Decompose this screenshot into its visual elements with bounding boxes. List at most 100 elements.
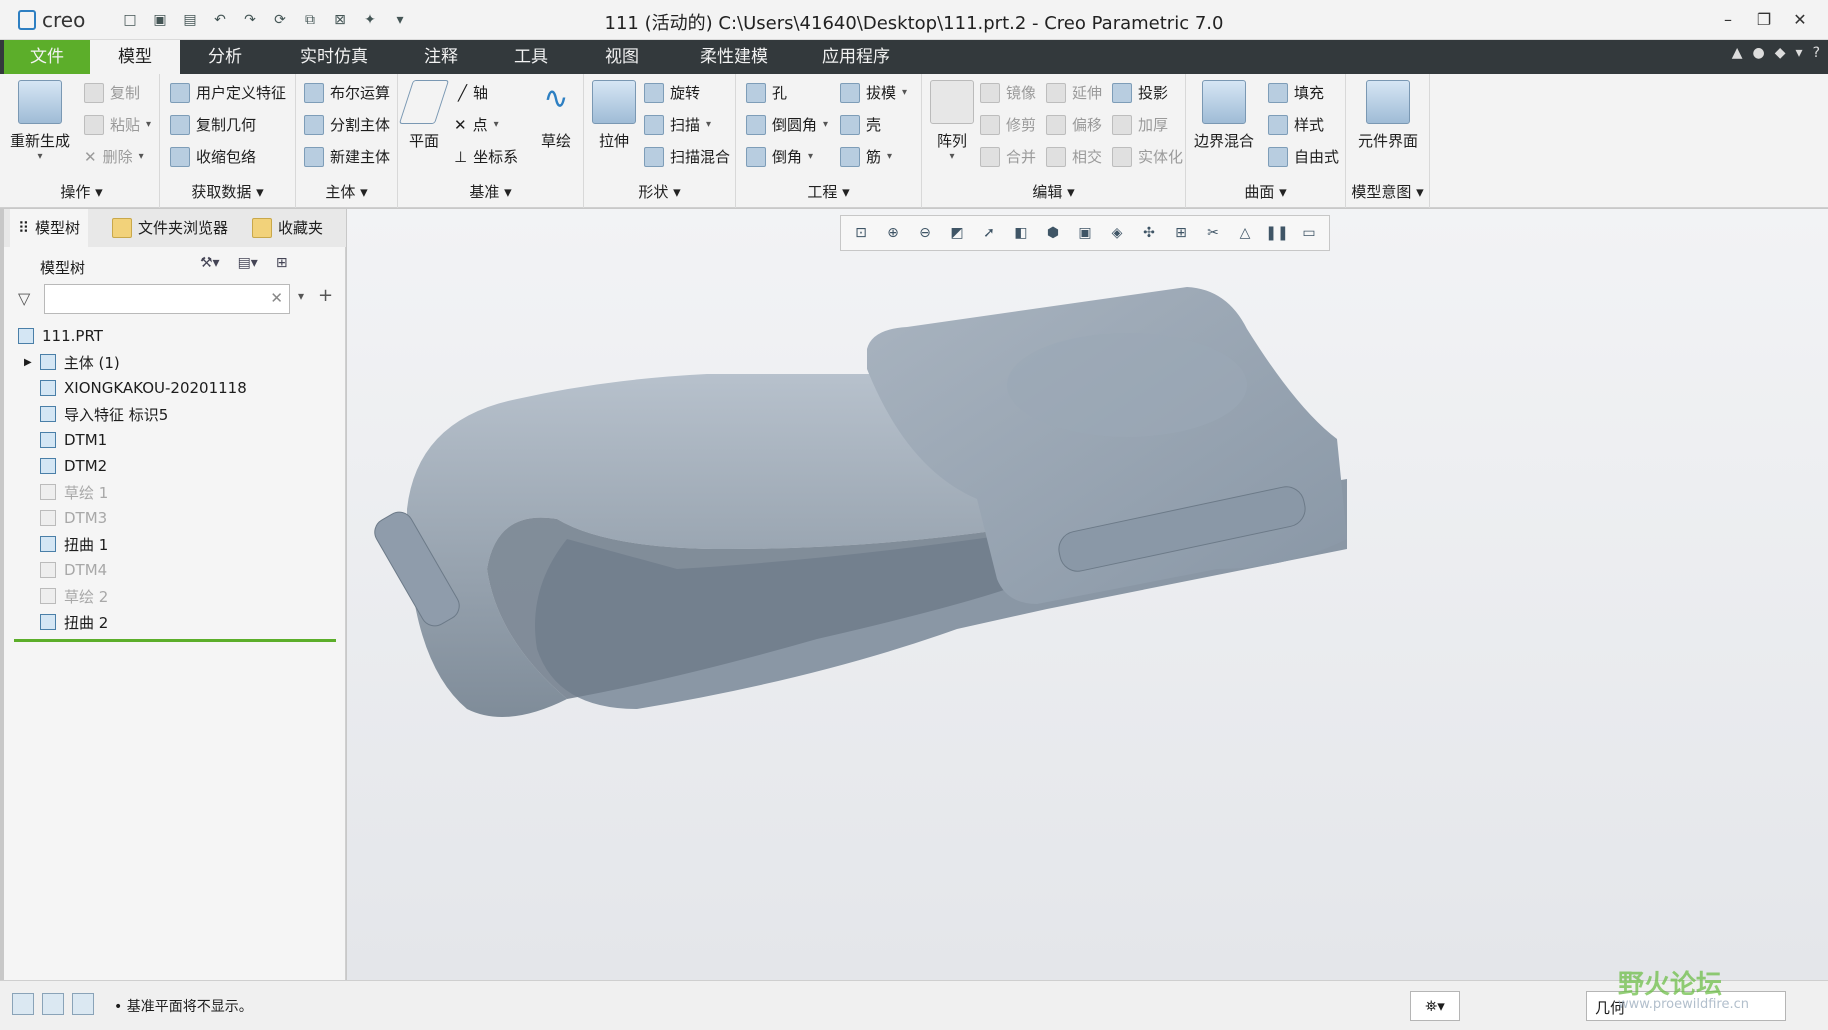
tree-node[interactable]: 扭曲 1 xyxy=(18,531,338,557)
regenerate-button[interactable]: 重新生成 ▾ xyxy=(10,80,70,162)
navigator-toggle-icon[interactable] xyxy=(12,993,34,1015)
fill-button[interactable]: 填充 xyxy=(1268,82,1324,103)
tree-search-input[interactable]: ✕ xyxy=(44,284,290,314)
trim-button[interactable]: 修剪 xyxy=(980,114,1036,135)
intersect-button[interactable]: 相交 xyxy=(1046,146,1102,167)
group-label-engineering[interactable]: 工程 ▾ xyxy=(736,181,921,202)
graphics-viewport[interactable]: ⊡ ⊕ ⊖ ◩ ➚ ◧ ⬢ ▣ ◈ ✣ ⊞ ✂ △ ❚❚ ▭ xyxy=(347,209,1828,980)
group-label-datum[interactable]: 基准 ▾ xyxy=(398,181,583,202)
learning-icon[interactable]: ◆ xyxy=(1775,45,1786,61)
tree-filter-icon[interactable]: ⊞ xyxy=(276,255,288,271)
extend-button[interactable]: 延伸 xyxy=(1046,82,1102,103)
tree-node[interactable]: DTM2 xyxy=(18,453,338,479)
group-label-model-intent[interactable]: 模型意图 ▾ xyxy=(1346,181,1429,202)
collapse-ribbon-icon[interactable]: ▲ xyxy=(1732,45,1743,61)
group-label-edit[interactable]: 编辑 ▾ xyxy=(922,181,1185,202)
search-icon[interactable]: ● xyxy=(1753,45,1765,61)
draft-button[interactable]: 拔模 ▾ xyxy=(840,82,907,103)
tree-node[interactable]: 扭曲 2 xyxy=(18,609,338,635)
shrinkwrap-button[interactable]: 收缩包络 xyxy=(170,146,256,167)
browser-toggle-icon[interactable] xyxy=(42,993,64,1015)
clear-icon[interactable]: ✕ xyxy=(270,289,283,307)
copy-button[interactable]: 复制 xyxy=(84,82,140,103)
swept-blend-button[interactable]: 扫描混合 xyxy=(644,146,730,167)
add-icon[interactable]: + xyxy=(318,285,333,306)
tree-node[interactable]: DTM1 xyxy=(18,427,338,453)
tree-node[interactable]: DTM4 xyxy=(18,557,338,583)
paste-button[interactable]: 粘贴 ▾ xyxy=(84,114,151,135)
minimize-button[interactable]: – xyxy=(1710,4,1746,36)
merge-button[interactable]: 合并 xyxy=(980,146,1036,167)
project-button[interactable]: 投影 xyxy=(1112,82,1168,103)
tab-folder-browser[interactable]: 文件夹浏览器 xyxy=(104,209,236,247)
fullscreen-icon[interactable] xyxy=(72,993,94,1015)
round-button[interactable]: 倒圆角 ▾ xyxy=(746,114,828,135)
tree-node[interactable]: XIONGKAKOU-20201118 xyxy=(18,375,338,401)
tab-tools[interactable]: 工具 xyxy=(486,40,576,74)
expand-icon[interactable]: ▶ xyxy=(24,357,32,368)
thicken-button[interactable]: 加厚 xyxy=(1112,114,1168,135)
tab-applications[interactable]: 应用程序 xyxy=(804,40,908,74)
point-button[interactable]: ✕ 点 ▾ xyxy=(454,114,499,135)
maximize-button[interactable]: ❐ xyxy=(1746,4,1782,36)
sketch-button[interactable]: ∿ 草绘 xyxy=(534,80,578,151)
group-label-get-data[interactable]: 获取数据 ▾ xyxy=(160,181,295,202)
tree-node[interactable]: 草绘 2 xyxy=(18,583,338,609)
close-button[interactable]: ✕ xyxy=(1782,4,1818,36)
pattern-button[interactable]: 阵列 ▾ xyxy=(930,80,974,162)
tab-model[interactable]: 模型 xyxy=(90,40,180,74)
new-file-icon[interactable]: □ xyxy=(118,8,142,32)
boolean-button[interactable]: 布尔运算 xyxy=(304,82,390,103)
show-icon[interactable]: ▤▾ xyxy=(238,255,258,271)
close-window-icon[interactable]: ⊠ xyxy=(328,8,352,32)
tab-view[interactable]: 视图 xyxy=(576,40,668,74)
group-label-body[interactable]: 主体 ▾ xyxy=(296,181,397,202)
udf-button[interactable]: 用户定义特征 xyxy=(170,82,286,103)
csys-button[interactable]: ⊥ 坐标系 xyxy=(454,146,518,167)
tab-favorites[interactable]: 收藏夹 xyxy=(244,209,331,247)
part-model-3d[interactable] xyxy=(347,209,1828,980)
freestyle-button[interactable]: 自由式 xyxy=(1268,146,1339,167)
component-interface-button[interactable]: 元件界面 xyxy=(1358,80,1418,151)
extrude-button[interactable]: 拉伸 xyxy=(592,80,636,151)
save-icon[interactable]: ▤ xyxy=(178,8,202,32)
refit-icon[interactable]: ✦ xyxy=(358,8,382,32)
group-label-surface[interactable]: 曲面 ▾ xyxy=(1186,181,1345,202)
copy-geometry-button[interactable]: 复制几何 xyxy=(170,114,256,135)
customize-qat-icon[interactable]: ▾ xyxy=(388,8,412,32)
dropdown-icon[interactable]: ▾ xyxy=(1796,45,1803,61)
offset-button[interactable]: 偏移 xyxy=(1046,114,1102,135)
tree-node[interactable]: ▶ 主体 (1) xyxy=(18,349,338,375)
boundary-blend-button[interactable]: 边界混合 xyxy=(1194,80,1254,151)
redo-icon[interactable]: ↷ xyxy=(238,8,262,32)
chamfer-button[interactable]: 倒角 ▾ xyxy=(746,146,813,167)
tree-node[interactable]: 111.PRT xyxy=(18,323,338,349)
new-body-button[interactable]: 新建主体 xyxy=(304,146,390,167)
solidify-button[interactable]: 实体化 xyxy=(1112,146,1183,167)
filter-dropdown-icon[interactable]: ▾ xyxy=(298,289,304,303)
undo-icon[interactable]: ↶ xyxy=(208,8,232,32)
regenerate-icon[interactable]: ⟳ xyxy=(268,8,292,32)
split-body-button[interactable]: 分割主体 xyxy=(304,114,390,135)
group-label-shape[interactable]: 形状 ▾ xyxy=(584,181,735,202)
plane-button[interactable]: 平面 xyxy=(398,80,450,151)
hole-button[interactable]: 孔 xyxy=(746,82,787,103)
axis-button[interactable]: ╱ 轴 xyxy=(458,82,488,103)
find-button[interactable]: ⛯▾ xyxy=(1410,991,1460,1021)
tab-annotate[interactable]: 注释 xyxy=(396,40,486,74)
tab-simulation[interactable]: 实时仿真 xyxy=(282,40,386,74)
tab-analysis[interactable]: 分析 xyxy=(180,40,270,74)
tab-file[interactable]: 文件 xyxy=(4,40,90,74)
windows-icon[interactable]: ⧉ xyxy=(298,8,322,32)
tab-model-tree[interactable]: ⠿ 模型树 xyxy=(10,209,89,247)
tree-node[interactable]: DTM3 xyxy=(18,505,338,531)
group-label-operations[interactable]: 操作 ▾ xyxy=(4,181,159,202)
shell-button[interactable]: 壳 xyxy=(840,114,881,135)
style-button[interactable]: 样式 xyxy=(1268,114,1324,135)
tree-node[interactable]: 导入特征 标识5 xyxy=(18,401,338,427)
tab-flexible-modeling[interactable]: 柔性建模 xyxy=(682,40,786,74)
sweep-button[interactable]: 扫描 ▾ xyxy=(644,114,711,135)
open-file-icon[interactable]: ▣ xyxy=(148,8,172,32)
rib-button[interactable]: 筋 ▾ xyxy=(840,146,892,167)
revolve-button[interactable]: 旋转 xyxy=(644,82,700,103)
